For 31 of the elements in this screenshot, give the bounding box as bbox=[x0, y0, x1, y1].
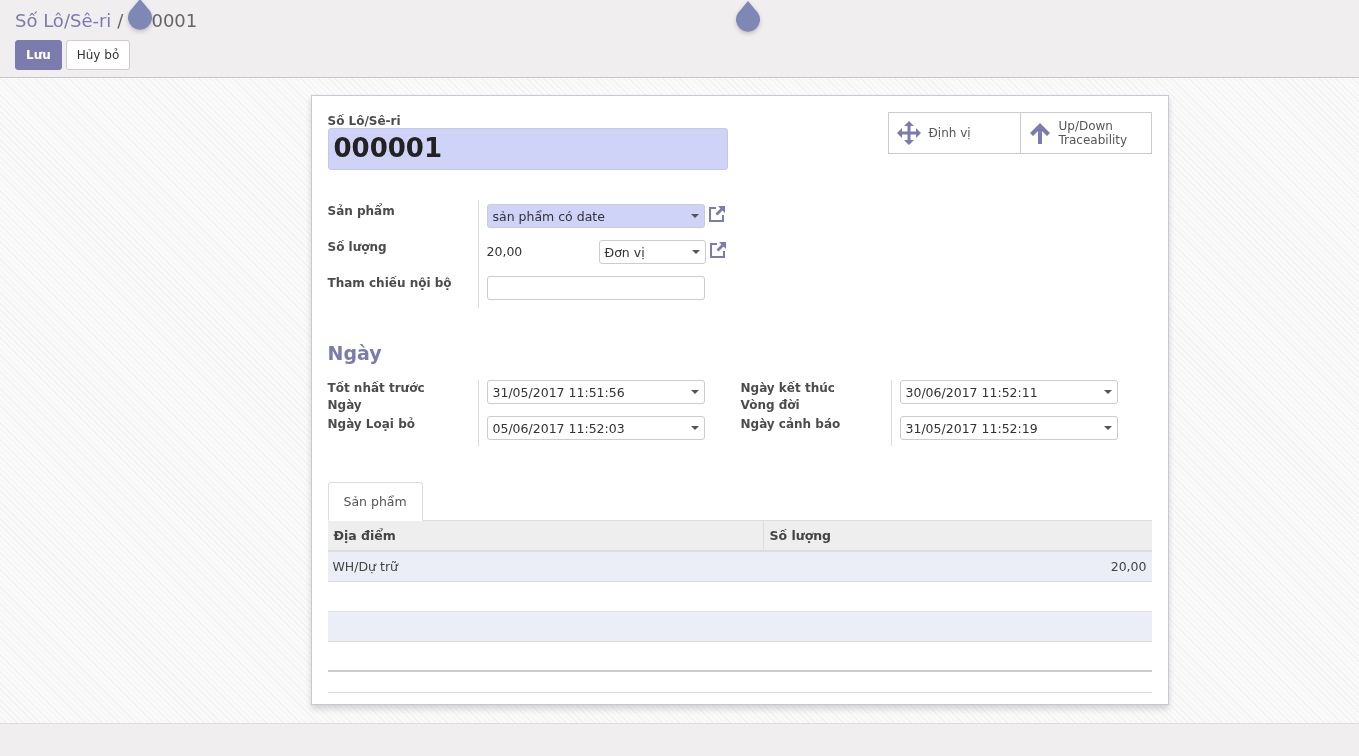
field-label: Sản phẩm bbox=[327, 202, 396, 220]
product-select[interactable]: sản phẩm có date bbox=[486, 204, 705, 228]
field-label: Ngày Loại bỏ bbox=[327, 416, 416, 433]
lot-number-field[interactable]: 000001 bbox=[327, 128, 728, 170]
external-link-icon[interactable] bbox=[706, 204, 727, 224]
reference-field[interactable] bbox=[486, 276, 705, 300]
tab[interactable]: Sản phẩm bbox=[327, 482, 423, 521]
date-field[interactable]: 31/05/2017 11:51:56 bbox=[486, 380, 705, 404]
quantity-value: 20,00 bbox=[486, 243, 524, 259]
breadcrumb-separator: / bbox=[117, 9, 124, 31]
field-label: Tốt nhất trước Ngày bbox=[327, 380, 426, 414]
unit-select[interactable]: Đơn vị bbox=[598, 240, 706, 264]
column-header: Số lượng bbox=[762, 521, 1152, 550]
date-field[interactable]: 30/06/2017 11:52:11 bbox=[899, 380, 1118, 404]
discard-button[interactable]: Hủy bỏ bbox=[65, 40, 131, 70]
external-link-icon[interactable] bbox=[707, 240, 728, 260]
table-cell-text: WH/Dự trữ bbox=[331, 558, 400, 576]
field-label: Số lượng bbox=[327, 239, 388, 256]
field-label: Tham chiếu nội bộ bbox=[327, 275, 453, 292]
record-title: 0001 bbox=[151, 9, 198, 31]
section-title: Ngày bbox=[327, 342, 383, 364]
table-cell-text: 20,00 bbox=[1109, 558, 1148, 576]
date-field[interactable]: 31/05/2017 11:52:19 bbox=[899, 416, 1118, 440]
column-header: Địa điểm bbox=[332, 527, 397, 545]
field-label: Ngày cảnh báo bbox=[740, 416, 842, 433]
field-label: Ngày kết thúc Vòng đời bbox=[740, 380, 836, 414]
date-field[interactable]: 05/06/2017 11:52:03 bbox=[486, 416, 705, 440]
move-arrows-icon bbox=[896, 121, 921, 145]
arrow-up-icon bbox=[1028, 122, 1051, 144]
field-label: Số Lô/Sê-ri bbox=[327, 114, 402, 128]
save-button[interactable]: Lưu bbox=[15, 40, 62, 70]
